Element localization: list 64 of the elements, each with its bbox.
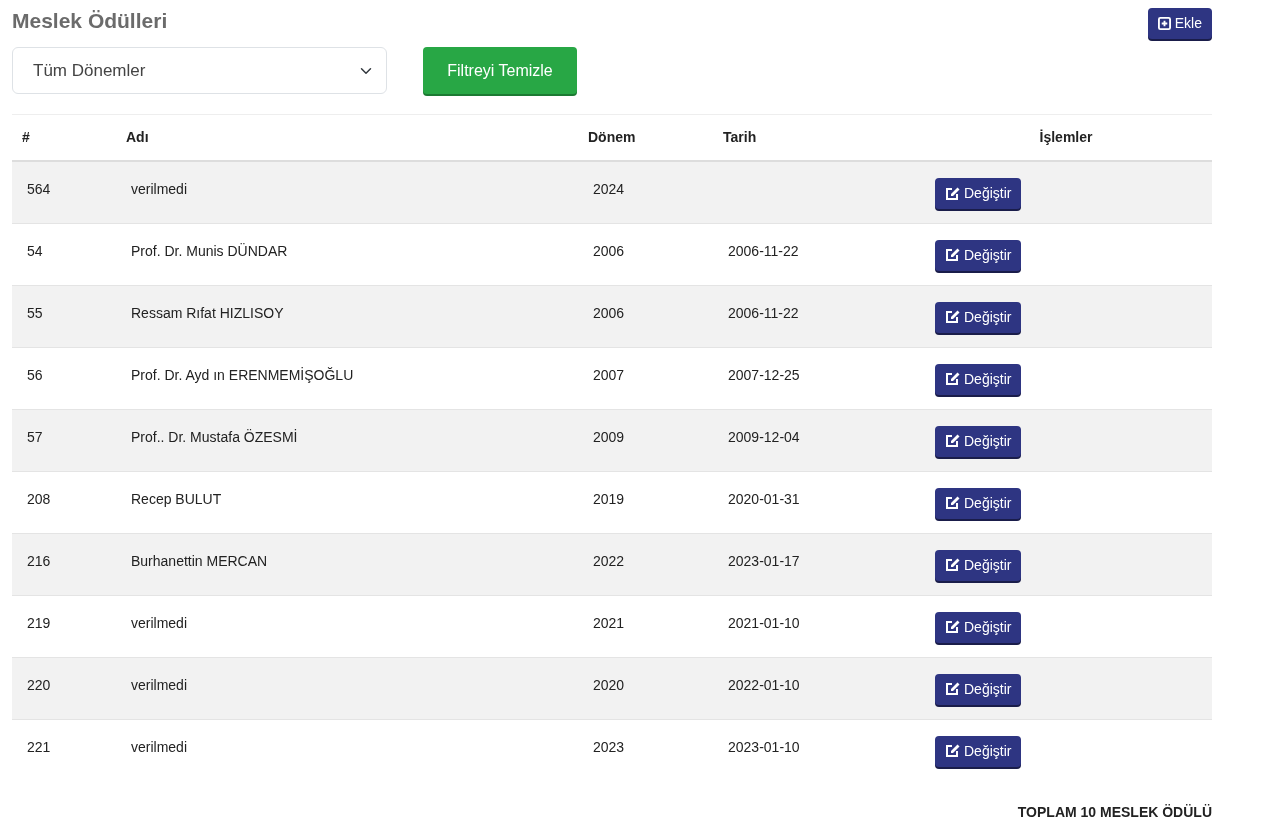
table-cell: 54 xyxy=(27,242,43,259)
page-title: Meslek Ödülleri xyxy=(12,8,168,34)
edit-button[interactable]: Değiştir xyxy=(935,178,1022,209)
table-cell: 221 xyxy=(27,738,51,755)
table-cell: 2021-01-10 xyxy=(728,614,800,631)
edit-button[interactable]: Değiştir xyxy=(935,673,1022,705)
table-cell: verilmedi xyxy=(131,738,187,755)
table-cell: verilmedi xyxy=(131,614,187,631)
table-cell: 2006-11-22 xyxy=(728,242,799,259)
edit-button[interactable]: Değiştir xyxy=(935,363,1022,395)
edit-button[interactable]: Değiştir xyxy=(935,611,1022,643)
edit-icon xyxy=(945,744,960,758)
table-cell: Recep BULUT xyxy=(131,490,222,507)
table-cell: Prof. Dr. Ayd ın ERENMEMİŞOĞLU xyxy=(131,366,354,383)
table-cell: 2023 xyxy=(593,738,625,755)
table-cell: 2009 xyxy=(593,428,625,445)
table-cell: verilmedi xyxy=(131,181,187,197)
table-cell: 219 xyxy=(27,614,51,631)
edit-button[interactable]: Değiştir xyxy=(935,301,1022,333)
edit-icon xyxy=(945,434,960,448)
table-cell: 208 xyxy=(27,490,51,507)
table-cell: 56 xyxy=(27,366,43,383)
edit-icon xyxy=(945,682,960,696)
edit-icon xyxy=(945,496,960,510)
table-cell: 220 xyxy=(27,676,51,693)
table-cell: 2022-01-10 xyxy=(728,676,800,693)
table-cell: 2020-01-31 xyxy=(728,490,800,507)
table-cell: 2006 xyxy=(593,242,625,259)
edit-button[interactable]: Değiştir xyxy=(935,735,1022,767)
table-cell: 2023-01-17 xyxy=(728,552,800,569)
table-cell: 2007 xyxy=(593,366,625,383)
table-cell: 2023-01-10 xyxy=(728,738,800,755)
table-cell: 564 xyxy=(27,181,51,197)
table-cell: Prof.. Dr. Mustafa ÖZESMİ xyxy=(131,428,298,445)
table-cell: Burhanettin MERCAN xyxy=(131,552,268,569)
table-cell: 2021 xyxy=(593,614,625,631)
table-cell: 2007-12-25 xyxy=(728,366,800,383)
table-cell: 55 xyxy=(27,304,43,321)
table-cell: 2024 xyxy=(593,181,625,197)
table-cell: verilmedi xyxy=(131,676,187,693)
table-cell: 2009-12-04 xyxy=(728,428,800,445)
edit-icon xyxy=(945,248,960,262)
edit-button[interactable]: Değiştir xyxy=(935,549,1022,581)
table-cell: 2022 xyxy=(593,552,625,569)
edit-icon xyxy=(945,186,960,201)
table-cell: Ressam Rıfat HIZLISOY xyxy=(131,304,284,321)
table-cell: 57 xyxy=(27,428,43,445)
add-button[interactable]: Ekle xyxy=(1147,8,1212,39)
table-cell: 2020 xyxy=(593,676,625,693)
edit-icon xyxy=(945,372,960,386)
total-count: TOPLAM 10 MESLEK ÖDÜLÜ xyxy=(1016,803,1212,821)
plus-square-icon xyxy=(1157,17,1171,30)
edit-button[interactable]: Değiştir xyxy=(935,425,1022,457)
edit-icon xyxy=(945,558,960,572)
edit-button[interactable]: Değiştir xyxy=(935,487,1022,519)
table-cell: 216 xyxy=(27,552,51,569)
table-cell: Prof. Dr. Munis DÜNDAR xyxy=(131,242,288,259)
edit-button[interactable]: Değiştir xyxy=(935,239,1022,271)
table-cell: 2019 xyxy=(593,490,625,507)
table-cell: 2006-11-22 xyxy=(728,304,799,321)
period-select[interactable]: Tüm Dönemler xyxy=(12,47,387,94)
table-cell: 2006 xyxy=(593,304,625,321)
edit-icon xyxy=(945,620,960,634)
edit-icon xyxy=(945,310,960,324)
